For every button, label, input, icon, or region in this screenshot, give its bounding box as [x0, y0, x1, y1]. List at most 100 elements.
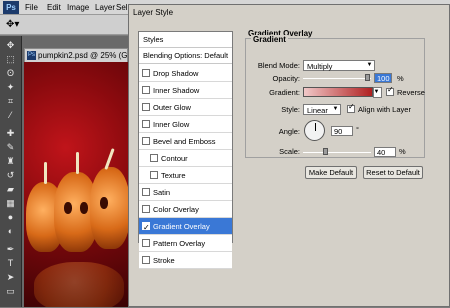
pumpkin-eye [64, 202, 72, 214]
opacity-unit: % [397, 74, 404, 83]
eyedropper-icon[interactable]: ⁄ [4, 110, 17, 121]
options-bar: ✥▾ [0, 15, 128, 35]
marquee-tool-icon[interactable]: ⬚ [4, 54, 17, 65]
align-with-layer-checkbox[interactable] [347, 102, 355, 113]
style-item-label: Outer Glow [153, 103, 191, 112]
style-checkbox[interactable] [142, 103, 150, 111]
style-checkbox[interactable] [150, 171, 158, 179]
group-title: Gradient [251, 35, 288, 44]
style-item-pattern-overlay[interactable]: Pattern Overlay [139, 235, 232, 252]
align-with-layer-label: Align with Layer [358, 105, 411, 114]
style-item-contour[interactable]: Contour [139, 150, 232, 167]
style-item-bevel-and-emboss[interactable]: Bevel and Emboss [139, 133, 232, 150]
healing-brush-icon[interactable]: ✚ [4, 128, 17, 139]
opacity-slider-thumb[interactable] [365, 74, 370, 81]
dialog-title: Layer Style [133, 8, 174, 17]
style-checkbox[interactable] [142, 120, 150, 128]
gradient-preview[interactable] [303, 87, 373, 97]
chevron-down-icon: ▼ [366, 62, 373, 68]
opacity-input[interactable]: 100 [374, 73, 392, 83]
style-item-drop-shadow[interactable]: Drop Shadow [139, 65, 232, 82]
menu-image[interactable]: Image [67, 3, 89, 12]
pumpkin-stem [76, 152, 79, 174]
style-item-satin[interactable]: Satin [139, 184, 232, 201]
pumpkin-stem [44, 162, 47, 184]
move-tool-icon[interactable]: ✥ [4, 40, 17, 51]
menu-layer[interactable]: Layer [95, 3, 115, 12]
opacity-label: Opacity: [272, 74, 300, 83]
make-default-button[interactable]: Make Default [305, 166, 357, 179]
reset-to-default-button[interactable]: Reset to Default [363, 166, 423, 179]
style-item-inner-shadow[interactable]: Inner Shadow [139, 82, 232, 99]
reverse-checkbox[interactable] [386, 85, 394, 96]
history-brush-icon[interactable]: ↺ [4, 170, 17, 181]
move-tool-icon[interactable]: ✥▾ [6, 19, 19, 30]
scale-input[interactable]: 40 [374, 147, 396, 157]
chevron-down-icon: ▼ [373, 89, 380, 95]
style-item-outer-glow[interactable]: Outer Glow [139, 99, 232, 116]
document-tab[interactable]: Ps pumpkin2.psd @ 25% (Gra [24, 48, 135, 62]
scale-slider-thumb[interactable] [323, 148, 328, 155]
gradient-picker-button[interactable]: ▼ [373, 87, 382, 98]
blur-tool-icon[interactable]: ● [4, 212, 17, 223]
gradient-tool-icon[interactable]: ▦ [4, 198, 17, 209]
eraser-icon[interactable]: ▰ [4, 184, 17, 195]
reverse-label: Reverse [397, 88, 425, 97]
style-checkbox[interactable] [142, 188, 150, 196]
blend-mode-select[interactable]: Multiply ▼ [303, 60, 375, 71]
magic-wand-icon[interactable]: ✦ [4, 82, 17, 93]
style-value: Linear [307, 106, 328, 115]
pumpkin-right [90, 167, 128, 249]
style-checkbox[interactable] [142, 69, 150, 77]
scale-label: Scale: [279, 147, 300, 156]
gradient-label: Gradient: [269, 88, 300, 97]
style-item-label: Color Overlay [153, 205, 199, 214]
angle-input[interactable]: 90 [331, 126, 353, 136]
style-checkbox[interactable] [142, 219, 150, 236]
styles-header[interactable]: Styles [139, 32, 232, 48]
style-item-label: Satin [153, 188, 171, 197]
style-checkbox[interactable] [142, 86, 150, 94]
dodge-tool-icon[interactable]: ◐ [4, 226, 17, 237]
style-checkbox[interactable] [142, 256, 150, 264]
style-item-texture[interactable]: Texture [139, 167, 232, 184]
style-item-label: Bevel and Emboss [153, 137, 216, 146]
document-icon: Ps [27, 51, 36, 60]
style-item-label: Pattern Overlay [153, 239, 206, 248]
blend-mode-label: Blend Mode: [257, 61, 300, 70]
style-item-color-overlay[interactable]: Color Overlay [139, 201, 232, 218]
style-item-gradient-overlay[interactable]: Gradient Overlay [139, 218, 232, 236]
shape-tool-icon[interactable]: ▭ [4, 286, 17, 297]
style-select[interactable]: Linear ▼ [303, 104, 341, 115]
opacity-slider[interactable] [303, 78, 371, 79]
brush-tool-icon[interactable]: ✎ [4, 142, 17, 153]
scale-slider[interactable] [303, 152, 371, 153]
style-item-stroke[interactable]: Stroke [139, 252, 232, 269]
pumpkin-eye [80, 202, 88, 214]
angle-unit: ° [356, 125, 359, 134]
menu-file[interactable]: File [25, 3, 38, 12]
style-checkbox[interactable] [142, 205, 150, 213]
style-item-label: Inner Shadow [153, 86, 200, 95]
style-checkbox[interactable] [142, 239, 150, 247]
clone-stamp-icon[interactable]: ♜ [4, 156, 17, 167]
document-canvas[interactable] [24, 62, 128, 307]
style-checkbox[interactable] [142, 137, 150, 145]
chevron-down-icon: ▼ [332, 106, 339, 112]
crop-tool-icon[interactable]: ⌗ [4, 96, 17, 107]
type-tool-icon[interactable]: T [4, 258, 17, 269]
style-item-inner-glow[interactable]: Inner Glow [139, 116, 232, 133]
blending-options[interactable]: Blending Options: Default [139, 48, 232, 64]
pen-tool-icon[interactable]: ✒ [4, 244, 17, 255]
style-checkbox[interactable] [150, 154, 158, 162]
blend-mode-value: Multiply [307, 62, 333, 71]
gradient-group-box [245, 38, 425, 158]
dialog-title-bar[interactable]: Layer Style [129, 5, 449, 21]
toolbox: ✥ ⬚ ʘ ✦ ⌗ ⁄ ✚ ✎ ♜ ↺ ▰ ▦ ● ◐ ✒ T ➤ ▭ [0, 36, 22, 307]
style-item-label: Texture [161, 171, 186, 180]
lasso-tool-icon[interactable]: ʘ [4, 68, 17, 79]
path-selection-icon[interactable]: ➤ [4, 272, 17, 283]
scale-unit: % [399, 147, 406, 156]
menu-edit[interactable]: Edit [47, 3, 61, 12]
angle-dial[interactable] [304, 120, 325, 141]
